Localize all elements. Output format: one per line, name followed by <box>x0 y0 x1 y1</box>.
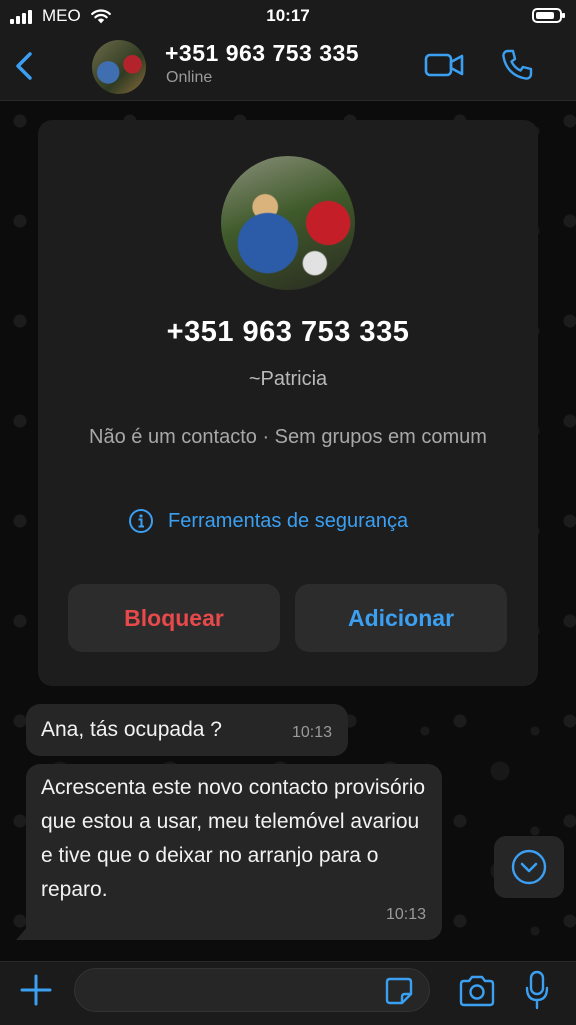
safety-tools-label: Ferramentas de segurança <box>168 510 409 532</box>
compose-bar <box>0 961 576 1025</box>
chevron-down-icon <box>511 849 547 885</box>
plus-icon[interactable] <box>18 972 54 1008</box>
video-call-icon[interactable] <box>424 50 464 80</box>
chat-header: +351 963 753 335 Online <box>0 34 576 101</box>
battery-icon <box>532 8 565 23</box>
message-bubble[interactable]: Ana, tás ocupada ? 10:13 <box>26 704 348 756</box>
microphone-icon[interactable] <box>524 970 550 1010</box>
message-input[interactable] <box>74 968 430 1012</box>
status-time: 10:17 <box>266 6 310 25</box>
phone-call-icon[interactable] <box>500 48 534 82</box>
message-text: Acrescenta este novo contacto provisório… <box>41 776 426 901</box>
contact-avatar[interactable] <box>92 40 146 94</box>
camera-icon[interactable] <box>458 974 496 1008</box>
info-icon <box>129 509 153 533</box>
contact-title[interactable]: +351 963 753 335 <box>165 40 359 67</box>
contact-status: Online <box>166 69 213 86</box>
message-bubble[interactable]: Acrescenta este novo contacto provisório… <box>16 764 442 940</box>
message-time: 10:13 <box>291 724 332 741</box>
message-text: Ana, tás ocupada ? <box>41 718 222 741</box>
add-contact-button[interactable]: Adicionar <box>295 584 507 652</box>
message-time: 10:13 <box>385 906 426 923</box>
card-description: Não é um contacto · Sem grupos em comum <box>89 426 487 448</box>
card-contact-name: ~Patricia <box>248 368 328 390</box>
status-bar: MEO 10:17 <box>0 0 576 34</box>
card-phone-number: +351 963 753 335 <box>166 316 410 348</box>
back-icon[interactable] <box>10 46 38 86</box>
block-button[interactable]: Bloquear <box>68 584 280 652</box>
sticker-icon[interactable] <box>384 976 414 1006</box>
contact-info-card: +351 963 753 335 ~Patricia Não é um cont… <box>38 120 538 686</box>
scroll-to-bottom-button[interactable] <box>494 836 564 898</box>
contact-profile-photo[interactable] <box>221 156 355 290</box>
